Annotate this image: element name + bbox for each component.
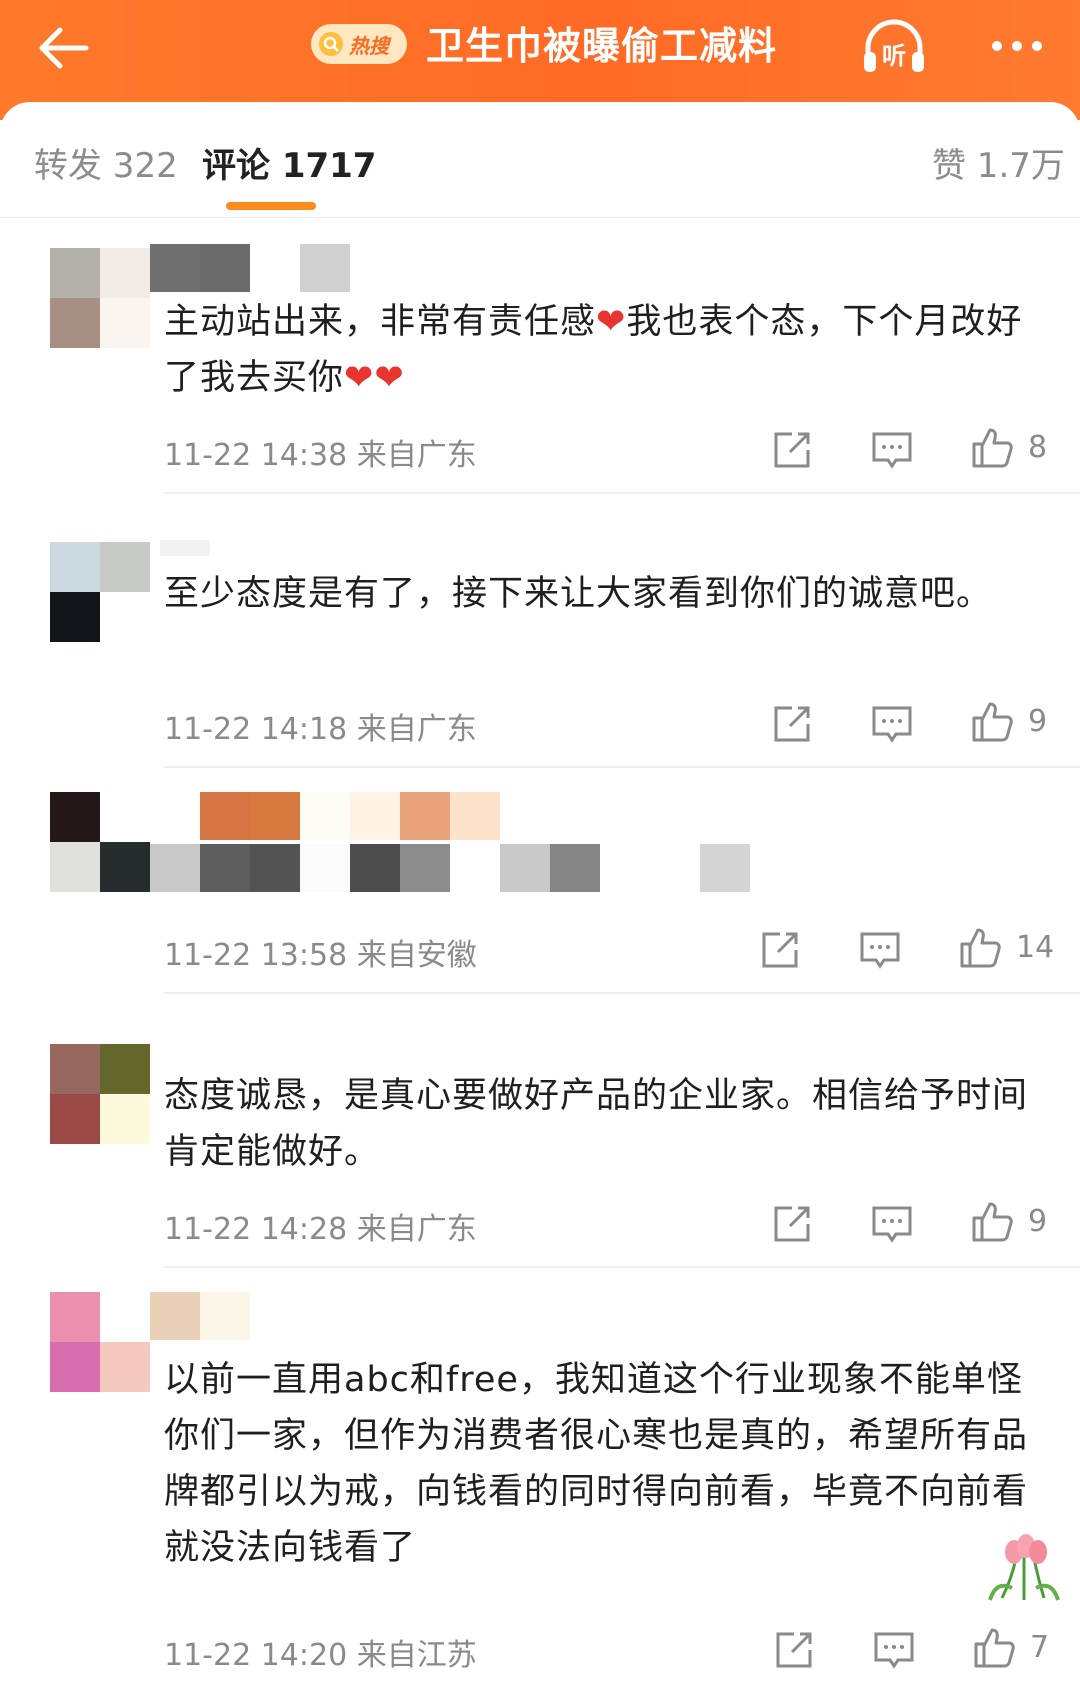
- comment-icon: [872, 706, 912, 743]
- like-count: 7: [1030, 1630, 1050, 1665]
- active-tab-indicator: [226, 202, 316, 210]
- username[interactable]: [150, 792, 500, 840]
- share-button[interactable]: [758, 928, 802, 972]
- comment-meta: 11-22 14:18 来自广东: [164, 704, 477, 748]
- comment-meta: 11-22 13:58 来自安徽: [164, 930, 477, 974]
- search-icon: [319, 32, 343, 56]
- heart-emoji: ❤: [374, 358, 405, 398]
- comment-location: 来自广东: [356, 438, 477, 473]
- comment-text: 以前一直用abc和free，我知道这个行业现象不能单怪你们一家，但作为消费者很心…: [164, 1360, 1029, 1568]
- comment-time: 11-22 14:28: [164, 1212, 348, 1247]
- like-count: 8: [1028, 430, 1048, 465]
- listen-button[interactable]: 听: [858, 14, 930, 80]
- more-button[interactable]: [982, 24, 1052, 64]
- divider: [164, 1266, 1080, 1268]
- tab-bar: 转发 322 评论 1717 赞 1.7万: [0, 102, 1080, 218]
- comment-text: 至少态度是有了，接下来让大家看到你们的诚意吧。: [164, 574, 993, 614]
- comment-time: 11-22 14:20: [164, 1638, 348, 1673]
- share-icon: [762, 932, 798, 968]
- reply-button[interactable]: [870, 702, 914, 746]
- like-button[interactable]: [970, 426, 1014, 470]
- comment-icon: [874, 1632, 914, 1669]
- avatar[interactable]: [50, 792, 150, 892]
- share-icon: [776, 1632, 812, 1668]
- like-count: 9: [1028, 1204, 1048, 1239]
- avatar[interactable]: [50, 1292, 150, 1392]
- comment-time: 11-22 14:18: [164, 712, 348, 747]
- share-icon: [774, 706, 810, 742]
- reply-button[interactable]: [872, 1628, 916, 1672]
- share-button[interactable]: [772, 1628, 816, 1672]
- share-button[interactable]: [770, 1202, 814, 1246]
- comment-meta: 11-22 14:38 来自广东: [164, 430, 477, 474]
- like-button[interactable]: [970, 700, 1014, 744]
- comment-location: 来自安徽: [356, 938, 477, 973]
- topic-title[interactable]: 卫生巾被曝偷工减料: [426, 18, 777, 74]
- reply-button[interactable]: [870, 1202, 914, 1246]
- like-count: 9: [1028, 704, 1048, 739]
- comment-icon: [860, 932, 900, 969]
- comment-icon: [872, 1206, 912, 1243]
- hot-badge-label: 热搜: [349, 33, 389, 58]
- reply-button[interactable]: [870, 428, 914, 472]
- heart-emoji: ❤: [344, 358, 375, 398]
- username[interactable]: [160, 540, 210, 556]
- username[interactable]: [150, 1292, 250, 1340]
- back-button[interactable]: [30, 18, 100, 78]
- comment-text: 态度诚恳，是真心要做好产品的企业家。相信给予时间肯定能做好。: [164, 1076, 1029, 1172]
- tab-comments[interactable]: 评论 1717: [202, 138, 376, 187]
- like-count: 14: [1016, 930, 1055, 965]
- listen-label: 听: [882, 42, 906, 70]
- divider: [164, 492, 1080, 494]
- comment-meta: 11-22 14:28 来自广东: [164, 1204, 477, 1248]
- tab-reposts[interactable]: 转发 322: [34, 138, 178, 187]
- like-button[interactable]: [958, 926, 1002, 970]
- avatar[interactable]: [50, 542, 150, 642]
- divider: [164, 992, 1080, 994]
- back-arrow-icon: [39, 27, 89, 69]
- tulip-sticker-icon: [982, 1528, 1066, 1604]
- comment-location: 来自广东: [356, 712, 477, 747]
- comment-time: 11-22 14:38: [164, 438, 348, 473]
- more-dots-icon: [992, 41, 1042, 51]
- comment-location: 来自江苏: [356, 1638, 477, 1673]
- like-button[interactable]: [970, 1200, 1014, 1244]
- comment-text: 主动站出来，非常有责任感❤我也表个态，下个月改好了我去买你❤❤: [164, 302, 1023, 398]
- avatar[interactable]: [50, 248, 150, 348]
- share-icon: [774, 1206, 810, 1242]
- share-icon: [774, 432, 810, 468]
- share-button[interactable]: [770, 702, 814, 746]
- comment-time: 11-22 13:58: [164, 938, 348, 973]
- heart-emoji: ❤: [596, 302, 627, 342]
- comment-image-blurred[interactable]: [150, 844, 750, 892]
- thumbs-up-icon: [972, 1202, 1013, 1242]
- reply-button[interactable]: [858, 928, 902, 972]
- thumbs-up-icon: [960, 928, 1001, 968]
- hot-search-badge[interactable]: 热搜: [311, 24, 407, 64]
- username[interactable]: [150, 244, 350, 292]
- comment-meta: 11-22 14:20 来自江苏: [164, 1630, 477, 1674]
- thumbs-up-icon: [972, 428, 1013, 468]
- like-button[interactable]: [972, 1626, 1016, 1670]
- thumbs-up-icon: [972, 702, 1013, 742]
- comment-location: 来自广东: [356, 1212, 477, 1247]
- share-button[interactable]: [770, 428, 814, 472]
- comment-icon: [872, 432, 912, 469]
- tab-likes[interactable]: 赞 1.7万: [932, 138, 1065, 187]
- divider: [164, 766, 1080, 768]
- avatar[interactable]: [50, 1044, 150, 1144]
- thumbs-up-icon: [974, 1628, 1015, 1668]
